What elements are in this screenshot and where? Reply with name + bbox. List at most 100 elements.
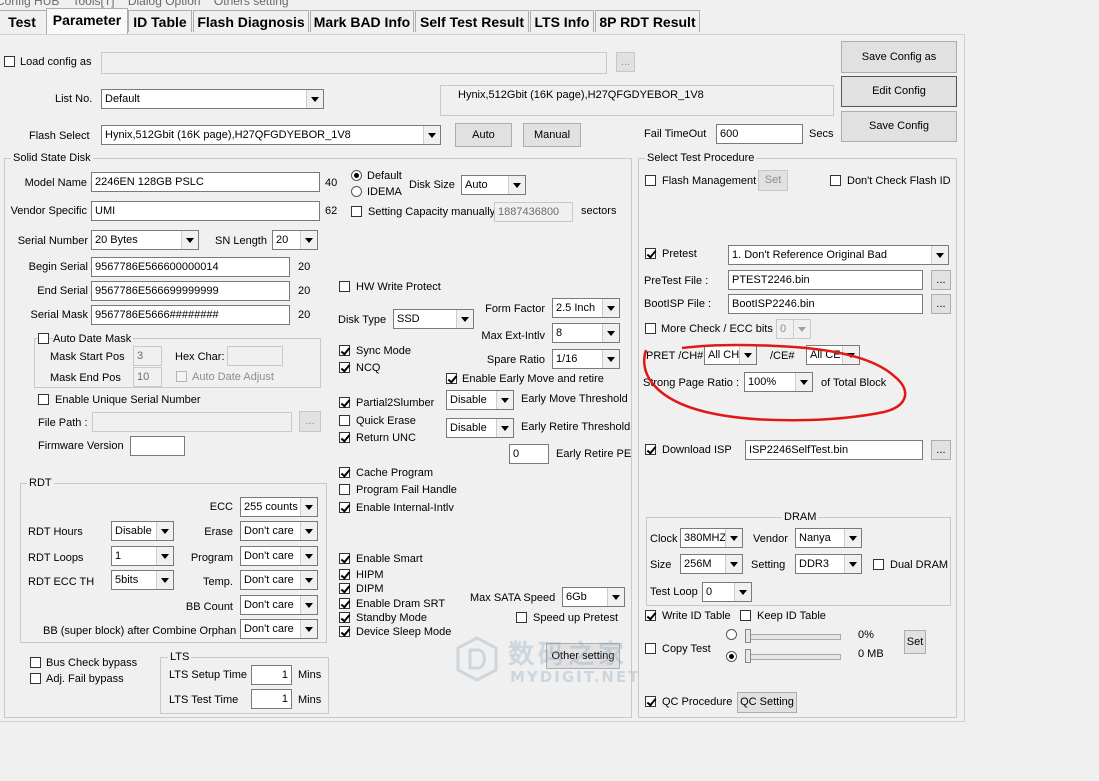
dual-dram-checkbox[interactable] — [873, 559, 884, 570]
pretest-checkbox[interactable] — [645, 248, 656, 259]
capacity-input[interactable]: 1887436800 — [494, 202, 573, 222]
return-unc-checkbox[interactable] — [339, 432, 350, 443]
sync-mode-checkbox[interactable] — [339, 345, 350, 356]
isp-file-browse-button[interactable]: ... — [931, 440, 951, 460]
internal-intlv-checkbox[interactable] — [339, 502, 350, 513]
erase-select[interactable]: Don't care — [240, 521, 318, 541]
qc-setting-button[interactable]: QC Setting — [737, 692, 797, 713]
end-serial-input[interactable]: 9567786E566699999999 — [91, 281, 290, 301]
cache-program-checkbox[interactable] — [339, 467, 350, 478]
tab-flash-diagnosis[interactable]: Flash Diagnosis — [193, 10, 309, 32]
write-id-table-checkbox[interactable] — [645, 610, 656, 621]
speed-up-pretest-checkbox[interactable] — [516, 612, 527, 623]
disk-type-select[interactable]: SSD — [393, 309, 474, 329]
pretest-file-browse-button[interactable]: ... — [931, 270, 951, 290]
sn-length-select[interactable]: 20 — [272, 230, 318, 250]
test-loop-select[interactable]: 0 — [702, 582, 752, 602]
rdt-loops-select[interactable]: 1 — [111, 546, 174, 566]
device-sleep-checkbox[interactable] — [339, 626, 350, 637]
hipm-checkbox[interactable] — [339, 569, 350, 580]
dont-check-flash-id-checkbox[interactable] — [830, 175, 841, 186]
fail-timeout-input[interactable]: 600 — [716, 124, 803, 144]
menu-dialog-option[interactable]: Dialog Option — [128, 0, 201, 8]
manual-button[interactable]: Manual — [523, 123, 581, 147]
copy-mb-slider-thumb[interactable] — [745, 649, 751, 663]
lts-test-time-input[interactable]: 1 — [251, 689, 292, 709]
copy-percent-slider[interactable] — [745, 634, 841, 640]
clock-select[interactable]: 380MHZ — [680, 528, 743, 548]
dram-srt-checkbox[interactable] — [339, 598, 350, 609]
tab-lts-info[interactable]: LTS Info — [530, 10, 594, 32]
load-config-checkbox[interactable] — [4, 56, 15, 67]
flash-select-dropdown[interactable]: Hynix,512Gbit (16K page),H27QFGDYEBOR_1V… — [101, 125, 441, 145]
copy-test-set-button[interactable]: Set — [904, 630, 926, 654]
save-config-button[interactable]: Save Config — [841, 111, 957, 142]
firmware-version-input[interactable] — [130, 436, 185, 456]
enable-smart-checkbox[interactable] — [339, 553, 350, 564]
tab-self-test-result[interactable]: Self Test Result — [415, 10, 529, 32]
file-path-input[interactable] — [92, 412, 292, 432]
download-isp-checkbox[interactable] — [645, 444, 656, 455]
keep-id-table-checkbox[interactable] — [740, 610, 751, 621]
program-select[interactable]: Don't care — [240, 546, 318, 566]
flash-management-checkbox[interactable] — [645, 175, 656, 186]
partial2slumber-checkbox[interactable] — [339, 397, 350, 408]
program-fail-handle-checkbox[interactable] — [339, 484, 350, 495]
tab-parameter[interactable]: Parameter — [46, 8, 128, 34]
tab-8p-rdt-result[interactable]: 8P RDT Result — [595, 10, 700, 32]
tab-mark-bad-info[interactable]: Mark BAD Info — [310, 10, 414, 32]
mask-start-input[interactable]: 3 — [133, 346, 162, 366]
copy-percent-slider-thumb[interactable] — [745, 629, 751, 643]
file-path-browse-button[interactable]: ... — [299, 411, 321, 432]
model-name-input[interactable]: 2246EN 128GB PSLC — [91, 172, 320, 192]
save-config-as-button[interactable]: Save Config as — [841, 41, 957, 73]
copy-mb-radio[interactable] — [726, 651, 737, 662]
menu-tools[interactable]: Tools[T] — [72, 0, 114, 8]
copy-mb-slider[interactable] — [745, 654, 841, 660]
form-factor-select[interactable]: 2.5 Inch — [552, 298, 620, 318]
unique-serial-checkbox[interactable] — [38, 394, 49, 405]
bb-super-block-select[interactable]: Don't care — [240, 619, 318, 639]
dram-size-select[interactable]: 256M — [680, 554, 743, 574]
serial-mask-input[interactable]: 9567786E5666######## — [91, 305, 290, 325]
disk-size-select[interactable]: Auto — [461, 175, 526, 195]
rdt-ecc-th-select[interactable]: 5bits — [111, 570, 174, 590]
bootisp-file-input[interactable]: BootISP2246.bin — [728, 294, 923, 314]
auto-date-mask-checkbox[interactable] — [38, 333, 49, 344]
early-retire-threshold-select[interactable]: Disable — [446, 418, 514, 438]
adj-fail-bypass-checkbox[interactable] — [30, 673, 41, 684]
tab-test[interactable]: Test — [0, 10, 48, 32]
copy-percent-radio[interactable] — [726, 629, 737, 640]
dram-setting-select[interactable]: DDR3 — [795, 554, 862, 574]
ncq-checkbox[interactable] — [339, 362, 350, 373]
early-move-retire-checkbox[interactable] — [446, 373, 457, 384]
hw-write-protect-checkbox[interactable] — [339, 281, 350, 292]
max-ext-intlv-select[interactable]: 8 — [552, 323, 620, 343]
max-sata-speed-select[interactable]: 6Gb — [562, 587, 625, 607]
hex-char-input[interactable] — [227, 346, 283, 366]
pretest-file-input[interactable]: PTEST2246.bin — [728, 270, 923, 290]
tab-id-table[interactable]: ID Table — [128, 10, 192, 32]
early-move-threshold-select[interactable]: Disable — [446, 390, 514, 410]
auto-date-adjust-checkbox[interactable] — [176, 371, 187, 382]
qc-procedure-checkbox[interactable] — [645, 696, 656, 707]
ecc-select[interactable]: 255 counts — [240, 497, 318, 517]
bootisp-file-browse-button[interactable]: ... — [931, 294, 951, 314]
early-retire-pe-input[interactable]: 0 — [509, 444, 549, 464]
default-radio[interactable] — [351, 170, 362, 181]
bus-check-bypass-checkbox[interactable] — [30, 657, 41, 668]
menu-others-setting[interactable]: Others setting — [214, 0, 289, 8]
dram-vendor-select[interactable]: Nanya — [795, 528, 862, 548]
dipm-checkbox[interactable] — [339, 583, 350, 594]
edit-config-button[interactable]: Edit Config — [841, 76, 957, 107]
load-config-browse-button[interactable]: ... — [616, 52, 635, 72]
lts-setup-time-input[interactable]: 1 — [251, 665, 292, 685]
list-no-select[interactable]: Default — [101, 89, 324, 109]
standby-mode-checkbox[interactable] — [339, 612, 350, 623]
temp-select[interactable]: Don't care — [240, 570, 318, 590]
auto-button[interactable]: Auto — [455, 123, 512, 147]
vendor-specific-input[interactable]: UMI — [91, 201, 320, 221]
load-config-path-field[interactable] — [101, 52, 607, 74]
isp-file-input[interactable]: ISP2246SelfTest.bin — [745, 440, 923, 460]
begin-serial-input[interactable]: 9567786E566600000014 — [91, 257, 290, 277]
